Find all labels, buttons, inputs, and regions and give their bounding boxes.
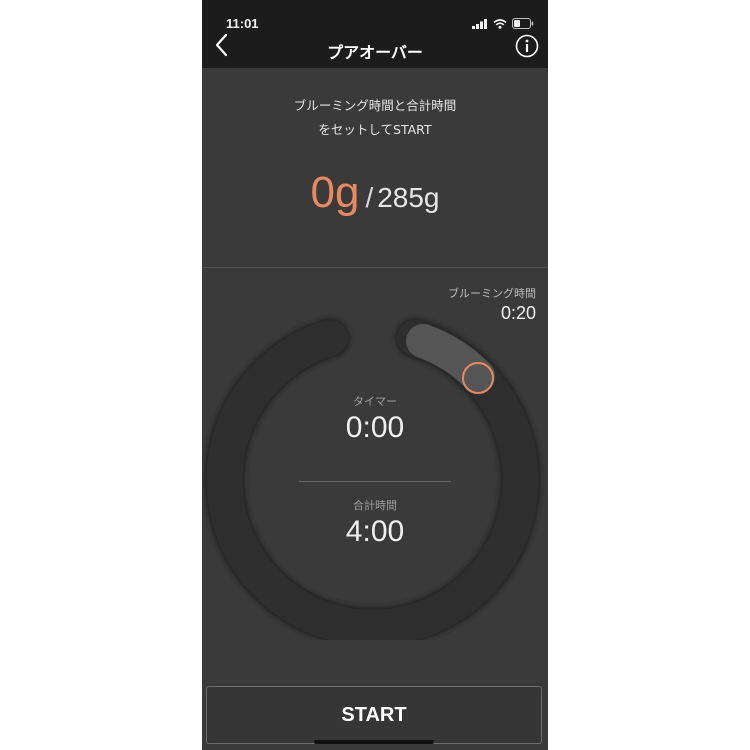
status-time: 11:01 — [226, 16, 259, 31]
instruction-text: ブルーミング時間と合計時間 をセットしてSTART — [202, 94, 548, 142]
timer-dial — [204, 318, 541, 640]
section-divider — [202, 267, 548, 268]
wifi-icon — [493, 18, 507, 29]
battery-icon — [512, 18, 534, 29]
weight-display: 0g/285g — [202, 168, 548, 218]
top-bar: 11:01 プアオーバー — [202, 0, 548, 68]
timer-label: タイマー — [353, 395, 397, 408]
timer-value: 0:00 — [345, 411, 405, 444]
page-title: プアオーバー — [327, 43, 423, 62]
status-icons — [472, 18, 534, 29]
target-weight: 285g — [377, 182, 440, 213]
total-time-label: 合計時間 — [353, 499, 397, 512]
weight-separator: / — [365, 182, 374, 213]
app-screen: 11:01 プアオーバー ブルーミング時間と合計時間 をセットしてSTART 0… — [202, 0, 548, 750]
info-icon — [515, 34, 539, 58]
signal-icon — [472, 18, 487, 29]
current-weight: 0g — [310, 168, 360, 217]
instruction-line-2: をセットしてSTART — [318, 122, 432, 137]
info-button[interactable] — [515, 34, 539, 58]
dial-inner-divider — [299, 481, 451, 482]
total-time-value[interactable]: 4:00 — [202, 515, 548, 549]
home-indicator — [314, 740, 434, 744]
instruction-line-1: ブルーミング時間と合計時間 — [293, 98, 457, 113]
start-button[interactable]: START — [206, 686, 542, 744]
blooming-time-label: ブルーミング時間 — [448, 287, 536, 300]
